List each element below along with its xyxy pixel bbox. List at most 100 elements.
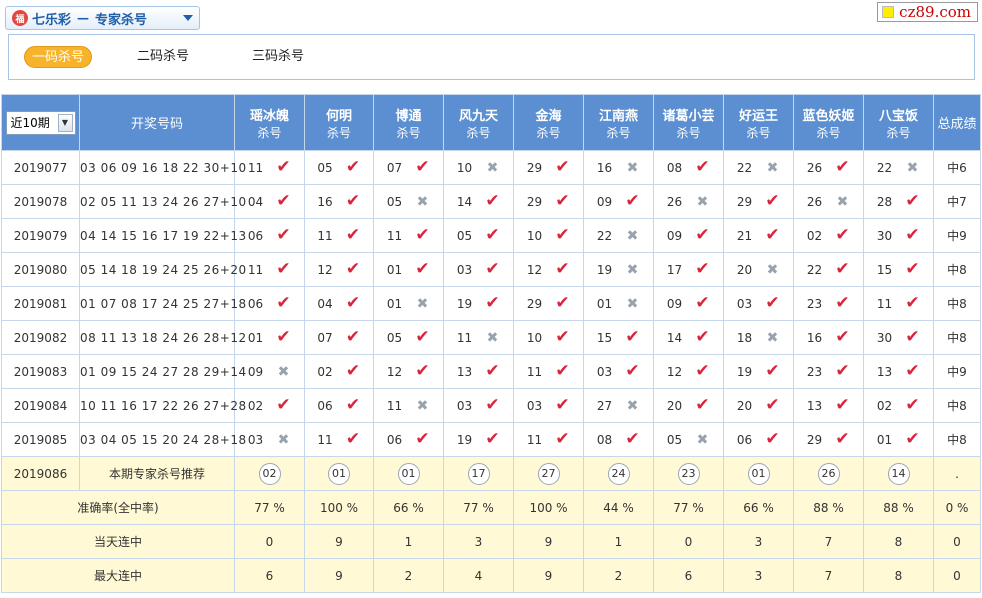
check-icon: ✔ <box>835 361 850 381</box>
kill-number: 09 <box>666 228 683 243</box>
table-row: 2019079 04 14 15 16 17 19 22+13 06 ✔ 11 ✔ 11 ✔ 0… <box>1 218 981 253</box>
stats-value: 88 % <box>793 490 864 525</box>
check-icon: ✔ <box>485 293 500 313</box>
kill-number: 11 <box>526 432 543 447</box>
stats-row: 当天连中 0 9 1 3 9 1 0 3 7 8 0 <box>1 524 981 559</box>
draw-numbers: 01 07 08 17 24 25 27+18 <box>79 286 246 321</box>
expert-pick-cell: 17 ✔ <box>653 252 724 287</box>
pick-wrapper: 03 ✔ <box>444 397 513 414</box>
expert-sub-label: 杀号 <box>257 125 282 140</box>
expert-pick-cell: 22 ✔ <box>793 252 864 287</box>
kill-number: 29 <box>526 194 543 209</box>
select-arrow-icon[interactable]: ▼ <box>57 113 73 132</box>
cross-icon: ✖ <box>486 329 499 346</box>
expert-pick-cell: 10 ✔ <box>513 320 584 355</box>
recommend-cell: 01 <box>373 456 444 491</box>
pick-wrapper: 05 ✔ <box>305 159 373 176</box>
kill-number: 22 <box>876 160 893 175</box>
stats-value: 8 <box>863 524 934 559</box>
pick-wrapper: 03 ✔ <box>724 295 793 312</box>
expert-name: 瑶冰魄 <box>249 108 289 124</box>
pick-wrapper: 11 ✔ <box>374 227 443 244</box>
stats-value: 7 <box>793 558 864 593</box>
cross-icon: ✖ <box>906 159 919 176</box>
pick-wrapper: 17 ✔ <box>654 261 723 278</box>
expert-pick-cell: 11 ✔ <box>513 422 584 457</box>
check-icon: ✔ <box>695 395 710 415</box>
kill-number: 29 <box>736 194 753 209</box>
cross-icon: ✖ <box>416 193 429 210</box>
pick-wrapper: 01 ✔ <box>374 261 443 278</box>
kill-number: 04 <box>317 296 333 311</box>
expert-name: 八宝饭 <box>878 108 918 124</box>
pick-wrapper: 09 ✔ <box>584 193 653 210</box>
table-row: 2019077 03 06 09 16 18 22 30+10 11 ✔ 05 ✔ 07 ✔ 1… <box>1 150 981 185</box>
expert-pick-cell: 11 ✔ <box>863 286 934 321</box>
recommend-row: 2019086 本期专家杀号推荐 02 01 01 17 27 24 23 01 26 14. <box>1 456 981 491</box>
check-icon: ✔ <box>765 225 780 245</box>
stats-value: 2 <box>583 558 654 593</box>
stats-value: 100 % <box>513 490 584 525</box>
pick-wrapper: 11 ✔ <box>864 295 933 312</box>
expert-pick-cell: 27 ✖ <box>583 388 654 423</box>
pick-wrapper: 10 ✖ <box>444 161 513 175</box>
check-icon: ✔ <box>415 225 430 245</box>
recommend-cell: 17 <box>443 456 514 491</box>
kill-number: 13 <box>456 364 473 379</box>
pick-wrapper: 11 ✔ <box>514 363 583 380</box>
check-icon: ✔ <box>835 157 850 177</box>
cross-icon: ✖ <box>486 159 499 176</box>
expert-pick-cell: 12 ✔ <box>513 252 584 287</box>
expert-sub-label: 杀号 <box>536 125 561 140</box>
cross-icon: ✖ <box>626 261 639 278</box>
pick-wrapper: 13 ✔ <box>444 363 513 380</box>
table-row: 2019084 10 11 16 17 22 26 27+28 02 ✔ 06 ✔ 11 ✖ 0… <box>1 388 981 423</box>
pick-wrapper: 03 ✔ <box>514 397 583 414</box>
tab-three-code-kill[interactable]: 三码杀号 <box>244 46 312 68</box>
table-body: 2019077 03 06 09 16 18 22 30+10 11 ✔ 05 ✔ 07 ✔ 1… <box>1 150 981 593</box>
stats-value: 6 <box>653 558 724 593</box>
pick-wrapper: 26 ✖ <box>654 195 723 209</box>
expert-pick-cell: 08 ✔ <box>653 150 724 185</box>
pick-wrapper: 11 ✔ <box>514 431 583 448</box>
stats-value: 77 % <box>653 490 724 525</box>
pick-wrapper: 03 ✔ <box>584 363 653 380</box>
tab-one-code-kill[interactable]: 一码杀号 <box>24 46 92 68</box>
table-row: 2019083 01 09 15 24 27 28 29+14 09 ✖ 02 ✔ 12 ✔ 1… <box>1 354 981 389</box>
period-select[interactable]: 近10期 ▼ <box>5 110 76 135</box>
row-total: 中8 <box>933 252 981 287</box>
expert-pick-cell: 02 ✔ <box>863 388 934 423</box>
row-total: 中8 <box>933 320 981 355</box>
check-icon: ✔ <box>695 259 710 279</box>
kill-number: 22 <box>596 228 613 243</box>
expert-name: 江南燕 <box>598 108 638 124</box>
draw-numbers: 08 11 13 18 24 26 28+12 <box>79 320 246 355</box>
expert-header: 诸葛小芸 杀号 <box>653 94 724 151</box>
check-icon: ✔ <box>555 191 570 211</box>
expert-pick-cell: 05 ✔ <box>373 320 444 355</box>
expert-name: 金海 <box>535 108 562 124</box>
tab-two-code-kill[interactable]: 二码杀号 <box>129 46 197 68</box>
pick-wrapper: 02 ✔ <box>794 227 863 244</box>
recommend-total: . <box>933 456 981 491</box>
expert-pick-cell: 19 ✖ <box>583 252 654 287</box>
pick-wrapper: 12 ✔ <box>514 261 583 278</box>
welfare-lottery-logo-icon: 福 <box>12 10 28 26</box>
stats-value: 9 <box>513 558 584 593</box>
lottery-selector[interactable]: 福 七乐彩 — 专家杀号 <box>5 6 200 30</box>
kill-number: 29 <box>806 432 823 447</box>
expert-pick-cell: 03 ✔ <box>723 286 794 321</box>
kill-number: 05 <box>317 160 333 175</box>
kill-number: 13 <box>806 398 823 413</box>
kill-number: 12 <box>386 364 403 379</box>
chevron-down-icon[interactable] <box>183 15 193 21</box>
check-icon: ✔ <box>555 293 570 313</box>
pick-wrapper: 10 ✔ <box>514 227 583 244</box>
pick-wrapper: 13 ✔ <box>794 397 863 414</box>
kill-number: 19 <box>596 262 613 277</box>
recommend-number-ball: 14 <box>887 462 910 485</box>
pick-wrapper: 29 ✔ <box>514 295 583 312</box>
kill-number: 11 <box>247 262 264 277</box>
check-icon: ✔ <box>276 395 291 415</box>
expert-pick-cell: 11 ✔ <box>373 218 444 253</box>
